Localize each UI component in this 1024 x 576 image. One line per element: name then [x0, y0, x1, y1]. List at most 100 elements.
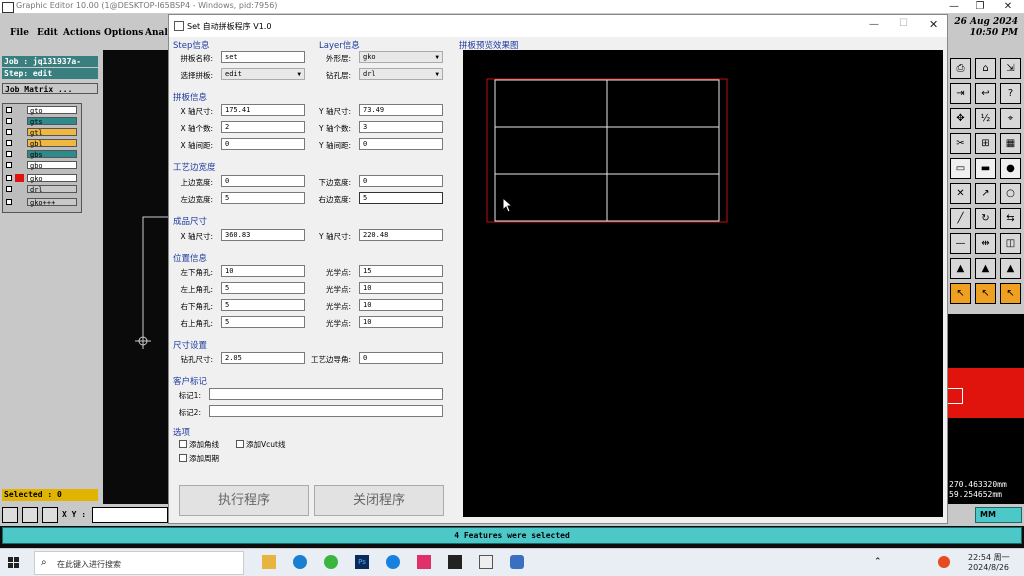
fiducial-4-input[interactable]: 10 — [359, 316, 443, 328]
x-size-input[interactable]: 175.41 — [221, 104, 305, 116]
tool-button-icon[interactable]: ✂ — [950, 133, 971, 154]
run-program-button[interactable]: 执行程序 — [179, 485, 309, 516]
tool-button-icon[interactable]: ↻ — [975, 208, 996, 229]
drill-layer-dropdown[interactable]: drl ▼ — [359, 68, 443, 80]
file-explorer-icon[interactable] — [262, 555, 276, 569]
tool-button-icon[interactable]: ▭ — [950, 158, 971, 179]
photoshop-icon[interactable]: Ps — [355, 555, 369, 569]
finish-x-input[interactable]: 360.83 — [221, 229, 305, 241]
close-icon[interactable]: ✕ — [994, 0, 1022, 14]
menu-file[interactable]: File — [10, 28, 29, 38]
tool-button-icon[interactable]: ▬ — [975, 158, 996, 179]
layer-checkbox[interactable] — [6, 151, 12, 157]
job-matrix-button[interactable]: Job Matrix ... — [2, 83, 98, 94]
terminal-icon[interactable] — [448, 555, 462, 569]
layer-checkbox[interactable] — [6, 140, 12, 146]
layer-checkbox[interactable] — [6, 162, 12, 168]
layer-row[interactable]: gko — [5, 174, 79, 183]
vcut-checkbox[interactable] — [236, 440, 244, 448]
tool-button-icon[interactable]: ↩ — [975, 83, 996, 104]
layer-row[interactable]: gto — [5, 106, 79, 115]
measure-tool-icon[interactable] — [22, 507, 38, 523]
tool-button-icon[interactable]: ✥ — [950, 108, 971, 129]
tool-button-icon[interactable]: ↗ — [975, 183, 996, 204]
menu-actions[interactable]: Actions — [63, 28, 101, 38]
select-tool-icon[interactable] — [2, 507, 18, 523]
layer-row[interactable]: gtl — [5, 128, 79, 137]
tool-button-icon[interactable]: ⇲ — [1000, 58, 1021, 79]
y-count-input[interactable]: 3 — [359, 121, 443, 133]
hole-lr-input[interactable]: 5 — [221, 299, 305, 311]
tool-button-icon[interactable]: ○ — [1000, 183, 1021, 204]
select-panel-dropdown[interactable]: edit ▼ — [221, 68, 305, 80]
browser-icon[interactable] — [324, 555, 338, 569]
tool-button-icon[interactable]: ↖ — [950, 283, 971, 304]
layer-row[interactable]: gbs — [5, 150, 79, 159]
dialog-close-icon[interactable]: ✕ — [929, 18, 938, 31]
edge-icon[interactable] — [293, 555, 307, 569]
tool-button-icon[interactable]: ▲ — [1000, 258, 1021, 279]
tool-button-icon[interactable]: ½ — [975, 108, 996, 129]
hole-ul-input[interactable]: 5 — [221, 282, 305, 294]
units-selector[interactable]: MM — [975, 507, 1022, 523]
outline-layer-dropdown[interactable]: gko ▼ — [359, 51, 443, 63]
x-gap-input[interactable]: 0 — [221, 138, 305, 150]
tool-button-icon[interactable]: ⇹ — [975, 233, 996, 254]
layer-checkbox[interactable] — [6, 186, 12, 192]
tool-button-icon[interactable]: ⇆ — [1000, 208, 1021, 229]
tool-button-icon[interactable]: ╱ — [950, 208, 971, 229]
tool-button-icon[interactable]: ? — [1000, 83, 1021, 104]
fiducial-1-input[interactable]: 15 — [359, 265, 443, 277]
layer-checkbox[interactable] — [6, 129, 12, 135]
fiducial-3-input[interactable]: 10 — [359, 299, 443, 311]
y-gap-input[interactable]: 0 — [359, 138, 443, 150]
tool-button-icon[interactable]: ⇥ — [950, 83, 971, 104]
finish-y-input[interactable]: 220.48 — [359, 229, 443, 241]
tool-button-icon[interactable]: ↖ — [975, 283, 996, 304]
fiducial-2-input[interactable]: 10 — [359, 282, 443, 294]
edge-chamfer-input[interactable]: 0 — [359, 352, 443, 364]
menu-options[interactable]: Options — [104, 28, 143, 38]
tool-button-icon[interactable]: ▲ — [950, 258, 971, 279]
tool-button-icon[interactable]: ⌖ — [1000, 108, 1021, 129]
top-edge-input[interactable]: 0 — [221, 175, 305, 187]
hole-ll-input[interactable]: 10 — [221, 265, 305, 277]
tool-button-icon[interactable]: ↖ — [1000, 283, 1021, 304]
hole-ur-input[interactable]: 5 — [221, 316, 305, 328]
left-edge-input[interactable]: 5 — [221, 192, 305, 204]
right-edge-input[interactable]: 5 — [359, 192, 443, 204]
corner-line-checkbox[interactable] — [179, 440, 187, 448]
layer-row[interactable]: gbo — [5, 161, 79, 170]
windows-start-icon[interactable] — [8, 557, 20, 569]
mark2-input[interactable] — [209, 405, 443, 417]
panel-name-input[interactable]: set — [221, 51, 305, 63]
tray-app-icon[interactable] — [938, 556, 950, 568]
tool-button-icon[interactable]: — — [950, 233, 971, 254]
layer-checkbox[interactable] — [6, 107, 12, 113]
x-count-input[interactable]: 2 — [221, 121, 305, 133]
media-app-icon[interactable] — [417, 555, 431, 569]
tool-button-icon[interactable]: ⌂ — [975, 58, 996, 79]
graphic-editor-icon[interactable] — [479, 555, 493, 569]
tool-button-icon[interactable]: ✕ — [950, 183, 971, 204]
drill-size-input[interactable]: 2.05 — [221, 352, 305, 364]
dialog-maximize-icon[interactable]: ☐ — [899, 18, 908, 29]
xy-input[interactable] — [92, 507, 168, 523]
layer-row[interactable]: drl — [5, 185, 79, 194]
tray-up-icon[interactable]: ⌃ — [874, 557, 882, 567]
python-icon[interactable] — [510, 555, 524, 569]
mark1-input[interactable] — [209, 388, 443, 400]
app-k-icon[interactable] — [386, 555, 400, 569]
bottom-edge-input[interactable]: 0 — [359, 175, 443, 187]
period-checkbox[interactable] — [179, 454, 187, 462]
tool-button-icon[interactable]: ⎙ — [950, 58, 971, 79]
taskbar-search[interactable]: ⌕ 在此键入进行搜索 — [34, 551, 244, 575]
y-size-input[interactable]: 73.49 — [359, 104, 443, 116]
maximize-icon[interactable]: ❐ — [966, 0, 994, 14]
layer-row[interactable]: gbl — [5, 139, 79, 148]
tool-button-icon[interactable]: ⊞ — [975, 133, 996, 154]
grid-tool-icon[interactable] — [42, 507, 58, 523]
layer-row[interactable]: gko+++ — [5, 198, 79, 207]
minimize-icon[interactable]: — — [940, 0, 968, 14]
layer-checkbox[interactable] — [6, 175, 12, 181]
